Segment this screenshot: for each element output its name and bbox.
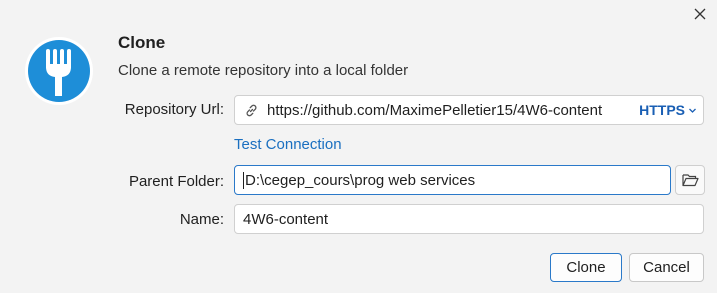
parent-folder-label: Parent Folder:	[128, 173, 224, 190]
name-field[interactable]: 4W6-content	[234, 204, 704, 234]
close-button[interactable]	[689, 3, 711, 25]
fork-icon	[25, 37, 93, 105]
parent-folder-input[interactable]: D:\cegep_cours\prog web services	[245, 172, 475, 189]
browse-folder-button[interactable]	[675, 165, 705, 195]
cancel-button[interactable]: Cancel	[629, 253, 704, 282]
repository-url-label: Repository Url:	[124, 101, 224, 118]
repository-url-field[interactable]: https://github.com/MaximePelletier15/4W6…	[234, 95, 704, 125]
test-connection-link[interactable]: Test Connection	[234, 136, 342, 153]
dialog-subtitle: Clone a remote repository into a local f…	[118, 62, 409, 79]
link-icon	[244, 103, 259, 118]
repository-url-input[interactable]: https://github.com/MaximePelletier15/4W6…	[267, 102, 639, 119]
parent-folder-field[interactable]: D:\cegep_cours\prog web services	[234, 165, 671, 195]
protocol-dropdown[interactable]: HTTPS	[639, 102, 703, 118]
name-label: Name:	[179, 211, 224, 228]
clone-button[interactable]: Clone	[550, 253, 622, 282]
close-icon	[694, 8, 706, 20]
chevron-down-icon	[689, 108, 696, 113]
protocol-value: HTTPS	[639, 102, 685, 118]
name-input[interactable]: 4W6-content	[235, 211, 328, 228]
folder-icon	[681, 174, 699, 187]
app-logo	[24, 36, 94, 106]
text-caret	[243, 171, 244, 189]
dialog-title: Clone	[118, 33, 166, 52]
